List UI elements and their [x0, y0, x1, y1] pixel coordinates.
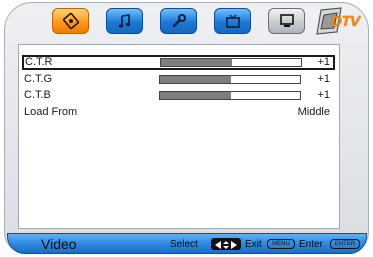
setting-value: +1	[317, 73, 330, 85]
tab-setup[interactable]	[160, 8, 197, 34]
music-note-icon	[117, 13, 133, 29]
setting-label: Load From	[24, 106, 78, 118]
ctr-slider[interactable]	[160, 58, 302, 67]
ctg-slider[interactable]	[159, 75, 301, 84]
tab-pc[interactable]	[268, 8, 305, 34]
setting-row-ctg[interactable]: C.T.G +1	[24, 73, 336, 86]
setting-row-ctr[interactable]: C.T.R +1	[22, 55, 335, 70]
tab-dtv[interactable]: DTV	[313, 6, 360, 36]
setting-label: C.T.B	[24, 89, 51, 101]
ctb-slider[interactable]	[159, 91, 301, 100]
setting-row-load-from[interactable]: Load From Middle	[24, 106, 336, 119]
footer-bar: Video Select Exit MENU Enter ENTER	[7, 233, 367, 254]
select-hint: Select	[170, 239, 198, 250]
arrow-keys-icon	[211, 238, 241, 250]
slider-fill	[160, 76, 232, 83]
setting-label: C.T.G	[24, 73, 53, 85]
setting-row-ctb[interactable]: C.T.B +1	[24, 89, 336, 102]
enter-hint: Enter	[299, 239, 323, 250]
settings-panel	[18, 44, 340, 229]
slider-fill	[161, 59, 233, 66]
tv-icon	[224, 13, 242, 29]
enter-key-icon: ENTER	[330, 239, 360, 249]
setting-value: +1	[317, 89, 330, 101]
exit-hint: Exit	[245, 239, 262, 250]
setting-value: +1	[317, 56, 330, 68]
slider-fill	[160, 92, 232, 99]
monitor-icon	[278, 13, 296, 29]
picture-icon	[61, 12, 81, 30]
wrench-icon	[171, 13, 187, 29]
setting-value: Middle	[297, 106, 330, 118]
menu-tab-bar: DTV	[10, 7, 363, 37]
menu-key-icon: MENU	[267, 239, 295, 249]
dtv-logo-text: DTV	[331, 13, 360, 30]
tab-picture[interactable]	[52, 8, 89, 34]
menu-title: Video	[41, 236, 77, 252]
tab-audio[interactable]	[106, 8, 143, 34]
tab-tv[interactable]	[214, 8, 251, 34]
setting-label: C.T.R	[25, 56, 53, 68]
